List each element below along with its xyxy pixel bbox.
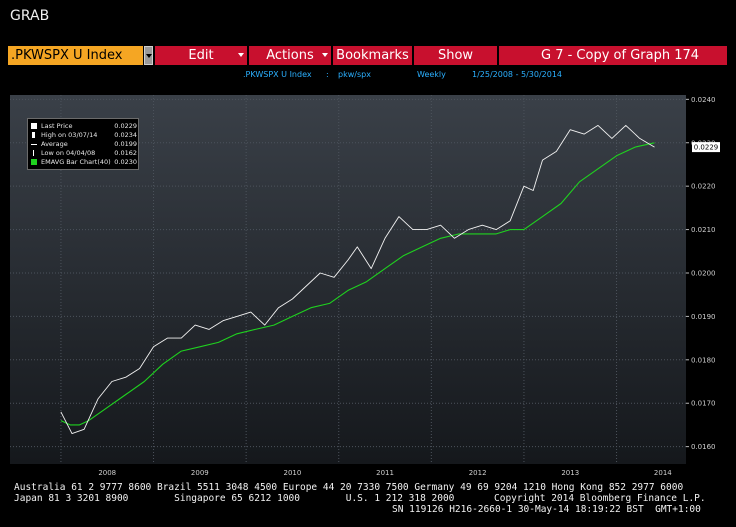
legend-row-high: High on 03/07/14 0.0234	[31, 131, 137, 139]
legend-label: High on 03/07/14	[41, 131, 98, 139]
legend-label: Low on 04/04/08	[41, 149, 96, 157]
toolbar: .PKWSPX U Index Edit Actions Bookmarks S…	[8, 46, 728, 65]
frequency-label: Weekly	[417, 70, 446, 79]
footer-line-2-left: Japan 81 3 3201 8900 Singapore 65 6212 1…	[14, 493, 455, 504]
x-axis-ticks: 2008 2009 2010 2011 2012 2013 2014	[98, 469, 672, 477]
security-label: .PKWSPX U Index	[243, 70, 312, 79]
legend-label: Average	[41, 140, 68, 148]
footer-line-3: SN 119126 H216-2660-1 30-May-14 18:19:22…	[392, 504, 701, 515]
x-tick-label: 2009	[191, 469, 209, 477]
legend-value: 0.0229	[114, 122, 137, 130]
footer-line-1: Australia 61 2 9777 8600 Brazil 5511 304…	[14, 482, 684, 493]
y-tick-label: 0.0210	[691, 226, 716, 234]
green-square-icon	[31, 159, 37, 165]
chart-subheader: .PKWSPX U Index : pkw/spx Weekly 1/25/20…	[0, 70, 736, 82]
legend-row-average: Average 0.0199	[31, 140, 137, 148]
legend-label: Last Price	[41, 122, 73, 130]
legend-value: 0.0162	[114, 149, 137, 157]
edit-menu-button[interactable]: Edit	[155, 46, 248, 65]
legend-value: 0.0230	[114, 158, 137, 166]
x-tick-label: 2010	[284, 469, 302, 477]
footer: Australia 61 2 9777 8600 Brazil 5511 304…	[0, 482, 736, 522]
edit-menu-label: Edit	[188, 48, 214, 63]
average-line-icon	[31, 144, 37, 145]
bookmarks-menu-label: Bookmarks	[336, 48, 409, 63]
legend-row-last-price: Last Price 0.0229	[31, 122, 137, 130]
y-tick-label: 0.0180	[691, 356, 716, 364]
y-tick-label: 0.0170	[691, 400, 716, 408]
legend-value: 0.0199	[114, 140, 137, 148]
window-title: GRAB	[10, 8, 50, 24]
graph-title-button[interactable]: G 7 - Copy of Graph 174	[499, 46, 728, 65]
y-tick-label: 0.0160	[691, 443, 716, 451]
chart-legend: Last Price 0.0229 High on 03/07/14 0.023…	[27, 118, 139, 170]
x-tick-label: 2014	[654, 469, 672, 477]
graph-title-label: G 7 - Copy of Graph 174	[541, 48, 700, 63]
bookmarks-menu-button[interactable]: Bookmarks	[333, 46, 413, 65]
y-tick-label: 0.0220	[691, 183, 716, 191]
last-value-tag: 0.0229	[692, 142, 720, 153]
low-marker-icon	[33, 150, 34, 156]
show-menu-label: Show	[437, 48, 474, 63]
ratio-label: pkw/spx	[338, 70, 371, 79]
legend-row-emavg: EMAVG Bar Chart(40) 0.0230	[31, 158, 137, 166]
actions-menu-button[interactable]: Actions	[249, 46, 332, 65]
chevron-down-icon	[238, 53, 244, 57]
last-value-label: 0.0229	[694, 144, 719, 152]
x-tick-label: 2008	[98, 469, 116, 477]
show-menu-button[interactable]: Show	[414, 46, 498, 65]
legend-label: EMAVG Bar Chart(40)	[41, 158, 111, 166]
separator-label: :	[326, 70, 329, 79]
date-range-label: 1/25/2008 - 5/30/2014	[472, 70, 563, 79]
chevron-down-icon	[322, 53, 328, 57]
legend-row-low: Low on 04/04/08 0.0162	[31, 149, 137, 157]
actions-menu-label: Actions	[266, 48, 314, 63]
ticker-field[interactable]: .PKWSPX U Index	[8, 46, 143, 65]
footer-line-2-right: Copyright 2014 Bloomberg Finance L.P.	[494, 493, 706, 504]
x-tick-label: 2013	[561, 469, 579, 477]
x-tick-label: 2011	[376, 469, 394, 477]
legend-value: 0.0234	[114, 131, 137, 139]
ticker-dropdown-button[interactable]	[144, 46, 153, 65]
y-tick-label: 0.0190	[691, 313, 716, 321]
high-marker-icon	[32, 132, 35, 138]
x-tick-label: 2012	[469, 469, 487, 477]
y-tick-label: 0.0240	[691, 96, 716, 104]
y-tick-label: 0.0200	[691, 269, 716, 277]
square-icon	[31, 123, 37, 129]
